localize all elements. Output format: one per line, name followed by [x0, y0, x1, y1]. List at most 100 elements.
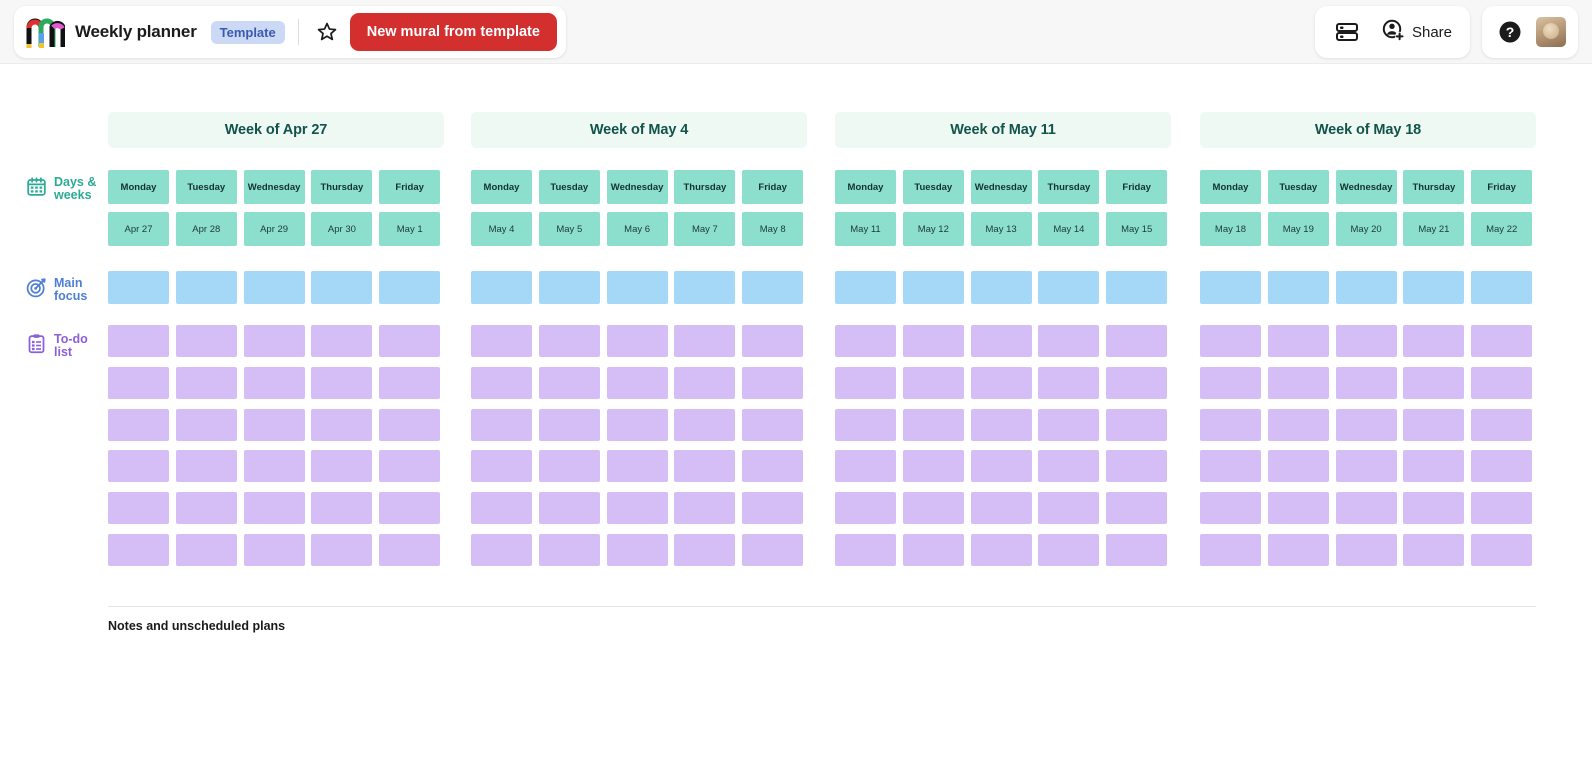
to-do-sticky[interactable]	[1403, 366, 1465, 399]
to-do-sticky[interactable]	[108, 492, 169, 525]
main-focus-sticky[interactable]	[674, 271, 736, 304]
to-do-sticky[interactable]	[1106, 366, 1168, 399]
to-do-sticky[interactable]	[1403, 408, 1465, 441]
to-do-sticky[interactable]	[243, 366, 305, 399]
to-do-sticky[interactable]	[311, 408, 373, 441]
to-do-sticky[interactable]	[1038, 366, 1100, 399]
to-do-sticky[interactable]	[1106, 450, 1168, 483]
to-do-sticky[interactable]	[471, 325, 532, 357]
to-do-sticky[interactable]	[379, 450, 441, 483]
to-do-sticky[interactable]	[1471, 408, 1533, 441]
to-do-sticky[interactable]	[970, 450, 1032, 483]
day-name-cell[interactable]: Tuesday	[902, 170, 964, 204]
to-do-sticky[interactable]	[1267, 450, 1329, 483]
day-name-cell[interactable]: Friday	[1471, 170, 1533, 204]
to-do-sticky[interactable]	[970, 408, 1032, 441]
to-do-sticky[interactable]	[674, 325, 736, 357]
day-name-cell[interactable]: Thursday	[1038, 170, 1100, 204]
to-do-sticky[interactable]	[742, 534, 804, 566]
to-do-sticky[interactable]	[1471, 534, 1533, 566]
main-focus-sticky[interactable]	[175, 271, 237, 304]
to-do-sticky[interactable]	[970, 534, 1032, 566]
day-name-cell[interactable]: Monday	[835, 170, 896, 204]
day-name-cell[interactable]: Tuesday	[175, 170, 237, 204]
to-do-sticky[interactable]	[175, 492, 237, 525]
to-do-sticky[interactable]	[1335, 408, 1397, 441]
to-do-sticky[interactable]	[379, 534, 441, 566]
day-name-cell[interactable]: Friday	[1106, 170, 1168, 204]
to-do-sticky[interactable]	[835, 534, 896, 566]
day-name-cell[interactable]: Monday	[1200, 170, 1261, 204]
avatar[interactable]	[1536, 17, 1566, 47]
date-cell[interactable]: Apr 27	[108, 212, 169, 246]
date-cell[interactable]: May 8	[742, 212, 804, 246]
to-do-sticky[interactable]	[311, 534, 373, 566]
to-do-sticky[interactable]	[1403, 492, 1465, 525]
to-do-sticky[interactable]	[1267, 408, 1329, 441]
date-cell[interactable]: May 19	[1267, 212, 1329, 246]
date-cell[interactable]: May 22	[1471, 212, 1533, 246]
to-do-sticky[interactable]	[1106, 408, 1168, 441]
date-cell[interactable]: May 14	[1038, 212, 1100, 246]
week-header[interactable]: Week of May 11	[835, 112, 1171, 148]
week-header[interactable]: Week of Apr 27	[108, 112, 444, 148]
to-do-sticky[interactable]	[742, 450, 804, 483]
to-do-sticky[interactable]	[674, 534, 736, 566]
to-do-sticky[interactable]	[471, 408, 532, 441]
to-do-sticky[interactable]	[175, 366, 237, 399]
to-do-sticky[interactable]	[538, 450, 600, 483]
to-do-sticky[interactable]	[1403, 325, 1465, 357]
main-focus-sticky[interactable]	[835, 271, 896, 304]
day-name-cell[interactable]: Friday	[379, 170, 441, 204]
outline-icon[interactable]	[1335, 21, 1359, 43]
to-do-sticky[interactable]	[108, 450, 169, 483]
to-do-sticky[interactable]	[175, 325, 237, 357]
to-do-sticky[interactable]	[471, 534, 532, 566]
to-do-sticky[interactable]	[902, 450, 964, 483]
date-cell[interactable]: May 1	[379, 212, 441, 246]
favorite-star-icon[interactable]	[312, 17, 342, 47]
to-do-sticky[interactable]	[379, 492, 441, 525]
to-do-sticky[interactable]	[471, 366, 532, 399]
to-do-sticky[interactable]	[471, 492, 532, 525]
to-do-sticky[interactable]	[902, 366, 964, 399]
to-do-sticky[interactable]	[1403, 450, 1465, 483]
to-do-sticky[interactable]	[606, 450, 668, 483]
to-do-sticky[interactable]	[902, 492, 964, 525]
main-focus-sticky[interactable]	[970, 271, 1032, 304]
day-name-cell[interactable]: Friday	[742, 170, 804, 204]
day-name-cell[interactable]: Wednesday	[606, 170, 668, 204]
main-focus-sticky[interactable]	[471, 271, 532, 304]
to-do-sticky[interactable]	[538, 408, 600, 441]
date-cell[interactable]: Apr 29	[243, 212, 305, 246]
to-do-sticky[interactable]	[175, 534, 237, 566]
to-do-sticky[interactable]	[471, 450, 532, 483]
day-name-cell[interactable]: Thursday	[311, 170, 373, 204]
to-do-sticky[interactable]	[1038, 450, 1100, 483]
to-do-sticky[interactable]	[674, 492, 736, 525]
to-do-sticky[interactable]	[243, 534, 305, 566]
date-cell[interactable]: Apr 28	[175, 212, 237, 246]
day-name-cell[interactable]: Wednesday	[1335, 170, 1397, 204]
main-focus-sticky[interactable]	[1200, 271, 1261, 304]
to-do-sticky[interactable]	[243, 450, 305, 483]
date-cell[interactable]: May 18	[1200, 212, 1261, 246]
date-cell[interactable]: May 12	[902, 212, 964, 246]
to-do-sticky[interactable]	[311, 366, 373, 399]
to-do-sticky[interactable]	[606, 408, 668, 441]
day-name-cell[interactable]: Wednesday	[243, 170, 305, 204]
to-do-sticky[interactable]	[674, 450, 736, 483]
to-do-sticky[interactable]	[379, 325, 441, 357]
to-do-sticky[interactable]	[902, 534, 964, 566]
to-do-sticky[interactable]	[606, 534, 668, 566]
to-do-sticky[interactable]	[1106, 534, 1168, 566]
to-do-sticky[interactable]	[902, 408, 964, 441]
to-do-sticky[interactable]	[311, 325, 373, 357]
to-do-sticky[interactable]	[835, 408, 896, 441]
main-focus-sticky[interactable]	[108, 271, 169, 304]
to-do-sticky[interactable]	[1335, 325, 1397, 357]
date-cell[interactable]: May 21	[1403, 212, 1465, 246]
main-focus-sticky[interactable]	[1267, 271, 1329, 304]
main-focus-sticky[interactable]	[902, 271, 964, 304]
day-name-cell[interactable]: Thursday	[674, 170, 736, 204]
